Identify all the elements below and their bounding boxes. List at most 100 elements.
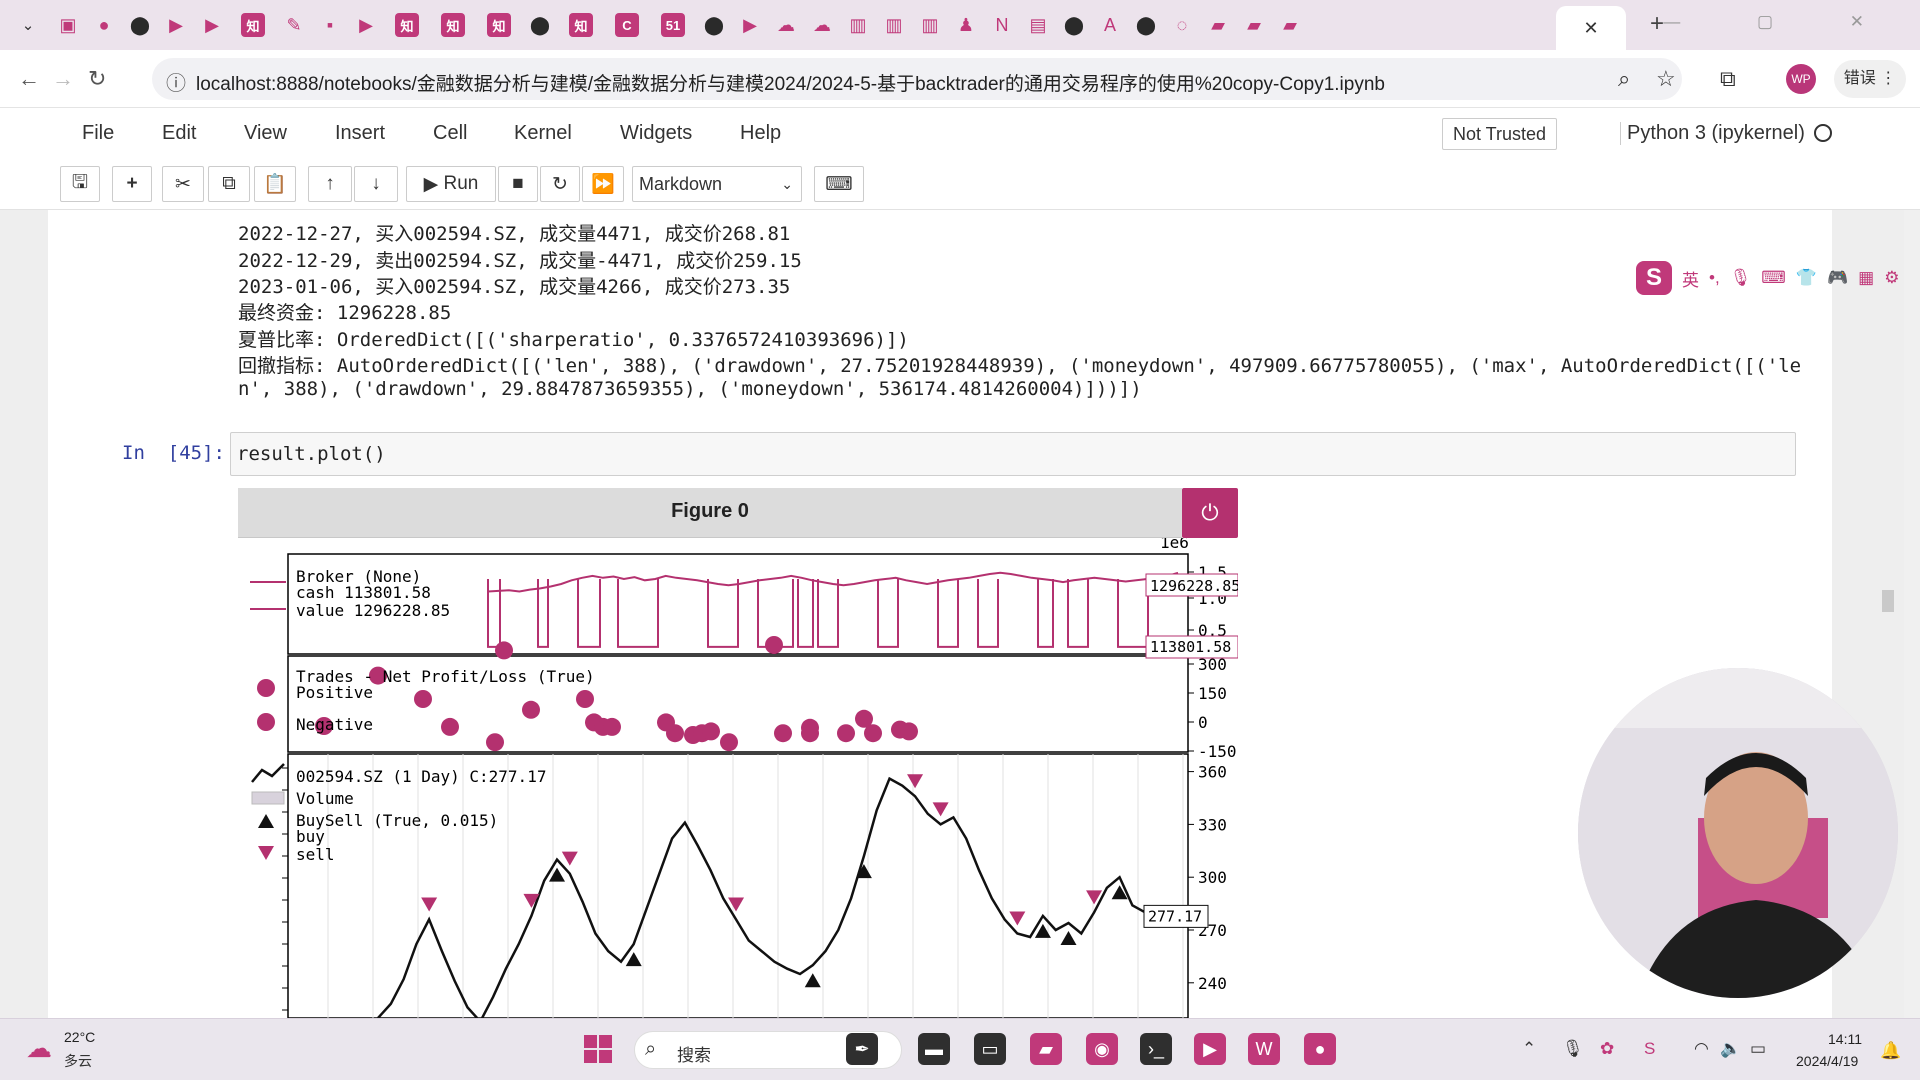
video-icon[interactable]: ▶ [738, 7, 762, 43]
menu-insert[interactable]: Insert [335, 122, 385, 145]
zhihu-icon[interactable]: 知 [487, 13, 511, 37]
ime-mode-label[interactable]: 英 [1682, 266, 1699, 291]
wps-icon[interactable]: W [1248, 1033, 1280, 1065]
punctuation-label[interactable]: •, [1709, 268, 1720, 288]
reload-icon[interactable]: ↻ [88, 66, 106, 92]
tray-chevron-icon[interactable]: ⌃ [1522, 1039, 1536, 1059]
github-icon[interactable]: ⬤ [702, 7, 726, 43]
profile-avatar[interactable]: WP [1786, 64, 1816, 94]
pdf-icon[interactable]: ▶ [1194, 1033, 1226, 1065]
weather-temp[interactable]: 22°C [64, 1029, 95, 1045]
menu-widgets[interactable]: Widgets [620, 122, 692, 145]
windows-start-icon[interactable] [584, 1035, 612, 1063]
paste-icon[interactable]: 📋 [254, 166, 296, 202]
zoom-icon[interactable]: ⌕ [1618, 66, 1630, 92]
page-scrollbar[interactable] [1904, 210, 1920, 1018]
clock-time[interactable]: 14:11 [1828, 1031, 1862, 1047]
menu-cell[interactable]: Cell [433, 122, 467, 145]
book-icon[interactable]: ▥ [846, 7, 870, 43]
bilibili-icon[interactable]: ▣ [56, 7, 80, 43]
bookmark-star-icon[interactable]: ☆ [1656, 66, 1676, 92]
zhihu-icon[interactable]: 知 [241, 13, 265, 37]
tray-mic-icon[interactable]: 🎙 [1562, 1039, 1584, 1059]
restart-icon[interactable]: ↻ [540, 166, 580, 202]
github-icon[interactable]: ⬤ [1134, 7, 1158, 43]
back-arrow-icon[interactable]: ← [18, 66, 40, 92]
move-up-icon[interactable]: ↑ [308, 166, 352, 202]
tab-close-icon[interactable]: ✕ [1583, 18, 1598, 39]
zhihu-icon[interactable]: 知 [569, 13, 593, 37]
copy-icon[interactable]: ⧉ [208, 166, 250, 202]
figure-power-button[interactable]: ⏻ [1182, 488, 1238, 538]
gamepad-icon[interactable]: 🎮 [1827, 268, 1848, 288]
volume-icon[interactable]: 🔈 [1720, 1039, 1741, 1059]
keyboard-icon[interactable]: ⌨ [1761, 268, 1786, 288]
url-bar[interactable]: ⓘ localhost:8888/notebooks/金融数据分析与建模/金融数… [152, 58, 1682, 100]
cloud-icon[interactable]: ☁ [774, 7, 798, 43]
battery-icon[interactable]: ▭ [1750, 1039, 1766, 1059]
tab-list-chevron-icon[interactable]: ⌄ [10, 7, 46, 43]
scrollbar-thumb[interactable] [1882, 590, 1894, 612]
active-tab[interactable]: ✕ [1556, 6, 1626, 50]
ime-logo-icon[interactable]: S [1636, 261, 1672, 295]
folder-icon[interactable]: ▰ [1030, 1033, 1062, 1065]
console-icon[interactable]: ▭ [974, 1033, 1006, 1065]
zhihu-icon[interactable]: 知 [441, 13, 465, 37]
book-icon[interactable]: ▥ [918, 7, 942, 43]
cell-type-select[interactable]: Markdown ⌄ [632, 166, 802, 202]
record-icon[interactable]: ● [92, 7, 116, 43]
clock-date[interactable]: 2024/4/19 [1796, 1053, 1858, 1069]
onenote-icon[interactable]: N [990, 7, 1014, 43]
stop-icon[interactable]: ■ [498, 166, 538, 202]
mic-icon[interactable]: 🎙 [1730, 268, 1752, 288]
cut-icon[interactable]: ✂ [162, 166, 204, 202]
video-icon[interactable]: ▶ [354, 7, 378, 43]
weather-desc[interactable]: 多云 [64, 1051, 92, 1071]
code-text[interactable]: result.plot() [237, 443, 386, 465]
zhihu-icon[interactable]: 知 [395, 13, 419, 37]
tray-app-icon[interactable]: ✿ [1600, 1039, 1614, 1059]
video-icon[interactable]: ▶ [164, 7, 188, 43]
trust-status-button[interactable]: Not Trusted [1442, 118, 1558, 150]
move-down-icon[interactable]: ↓ [354, 166, 398, 202]
weather-icon[interactable]: ☁ [26, 1033, 52, 1064]
folder-icon[interactable]: ▰ [1206, 7, 1230, 43]
extensions-icon[interactable]: ⧉ [1720, 66, 1736, 92]
notification-icon[interactable]: 🔔 [1880, 1041, 1901, 1061]
code-cell[interactable]: result.plot() [230, 432, 1796, 476]
figure-canvas[interactable]: 1e6 Broker (None) cash 113801.58 value 1296… [238, 538, 1238, 1018]
run-button[interactable]: ▶ Run [406, 166, 496, 202]
menu-kernel[interactable]: Kernel [514, 122, 572, 145]
forward-arrow-icon[interactable]: → [52, 66, 74, 92]
grid-icon[interactable]: ▦ [1858, 268, 1874, 288]
monitor-icon[interactable]: ▬ [918, 1033, 950, 1065]
add-cell-icon[interactable]: + [112, 166, 152, 202]
github-icon[interactable]: ⬤ [1062, 7, 1086, 43]
cloud-icon[interactable]: ☁ [810, 7, 834, 43]
ai-icon[interactable]: A [1098, 7, 1122, 43]
wifi-icon[interactable]: ◠ [1694, 1039, 1709, 1059]
menu-file[interactable]: File [82, 122, 114, 145]
github-icon[interactable]: ⬤ [528, 7, 552, 43]
save-icon[interactable]: 🖫 [60, 166, 100, 202]
github-icon[interactable]: ⬤ [128, 7, 152, 43]
doc-icon[interactable]: ▤ [1026, 7, 1050, 43]
site-info-icon[interactable]: ⓘ [166, 67, 186, 96]
gear-icon[interactable]: ⚙ [1884, 268, 1899, 288]
video-icon[interactable]: ▶ [200, 7, 224, 43]
bookmark-icon[interactable]: ✎ [282, 7, 306, 43]
folder-icon[interactable]: ▰ [1242, 7, 1266, 43]
menu-view[interactable]: View [244, 122, 287, 145]
error-button[interactable]: 错误 ⋮ [1834, 60, 1906, 98]
chrome-icon[interactable]: ◉ [1086, 1033, 1118, 1065]
book-icon[interactable]: ▥ [882, 7, 906, 43]
run-all-icon[interactable]: ⏩ [582, 166, 624, 202]
tray-ime-icon[interactable]: S [1644, 1039, 1655, 1059]
feather-icon[interactable]: ✒ [846, 1033, 878, 1065]
new-tab-button[interactable]: + [1650, 10, 1664, 38]
menu-help[interactable]: Help [740, 122, 781, 145]
folder-icon[interactable]: ▰ [1278, 7, 1302, 43]
menu-edit[interactable]: Edit [162, 122, 196, 145]
51-icon[interactable]: 51 [661, 13, 685, 37]
app-icon[interactable]: ▪ [318, 7, 342, 43]
